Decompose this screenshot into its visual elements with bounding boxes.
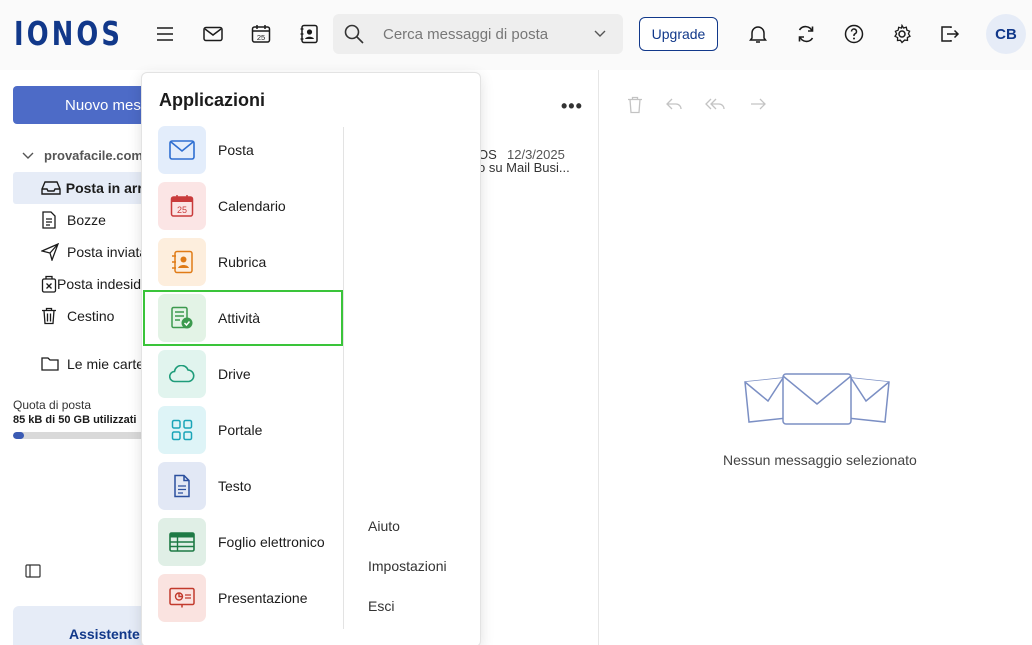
app-posta[interactable]: Posta bbox=[142, 122, 344, 178]
help-icon[interactable] bbox=[840, 20, 868, 48]
calendar-icon-day: 25 bbox=[257, 33, 265, 42]
bell-icon[interactable] bbox=[744, 20, 772, 48]
empty-state-text: Nessun messaggio selezionato bbox=[723, 452, 917, 468]
sidebar-collapse-icon[interactable] bbox=[25, 564, 41, 578]
pane-divider bbox=[598, 70, 599, 645]
help-link[interactable]: Aiuto bbox=[368, 518, 400, 534]
contacts-app-icon bbox=[158, 238, 206, 286]
app-attivita[interactable]: Attività bbox=[143, 290, 343, 346]
app-foglio-elettronico[interactable]: Foglio elettronico bbox=[142, 514, 344, 570]
draft-icon bbox=[41, 211, 67, 229]
app-label: Testo bbox=[218, 478, 252, 494]
inbox-icon bbox=[41, 180, 66, 196]
app-portale[interactable]: Portale bbox=[142, 402, 344, 458]
ionos-logo[interactable]: IONOS bbox=[14, 14, 123, 53]
reading-toolbar bbox=[627, 96, 767, 114]
contacts-icon[interactable] bbox=[295, 20, 323, 48]
app-label: Attività bbox=[218, 310, 261, 326]
search-icon[interactable] bbox=[333, 24, 375, 44]
calendar-app-icon: 25 bbox=[158, 182, 206, 230]
folder-label: Posta inviata bbox=[67, 244, 148, 260]
quota-value: 85 kB di 50 GB utilizzati bbox=[13, 414, 137, 426]
folder-label: Bozze bbox=[67, 212, 106, 228]
quota-label: Quota di posta bbox=[13, 398, 92, 412]
chevron-down-icon bbox=[22, 152, 34, 159]
search-box[interactable] bbox=[333, 14, 623, 54]
menu-icon[interactable] bbox=[151, 20, 179, 48]
settings-link[interactable]: Impostazioni bbox=[368, 558, 447, 574]
apps-menu-title: Applicazioni bbox=[159, 90, 266, 110]
app-testo[interactable]: Testo bbox=[142, 458, 344, 514]
chevron-down-icon[interactable] bbox=[594, 30, 606, 38]
app-label: Presentazione bbox=[218, 590, 308, 606]
text-app-icon bbox=[158, 462, 206, 510]
folder-label: Cestino bbox=[67, 308, 115, 324]
sync-icon[interactable] bbox=[792, 20, 820, 48]
envelopes-illustration bbox=[744, 373, 890, 425]
app-label: Posta bbox=[218, 142, 254, 158]
mail-icon[interactable] bbox=[199, 20, 227, 48]
logout-link[interactable]: Esci bbox=[368, 598, 394, 614]
quota-bar bbox=[13, 432, 153, 439]
reply-all-icon[interactable] bbox=[705, 96, 727, 112]
upgrade-button[interactable]: Upgrade bbox=[639, 17, 718, 51]
send-icon bbox=[41, 243, 67, 261]
drive-app-icon bbox=[158, 350, 206, 398]
app-label: Calendario bbox=[218, 198, 286, 214]
mail-app-icon bbox=[158, 126, 206, 174]
calendar-app-icon-day: 25 bbox=[177, 205, 187, 215]
reply-icon[interactable] bbox=[665, 96, 683, 112]
app-rubrica[interactable]: Rubrica bbox=[142, 234, 344, 290]
apps-menu: Applicazioni Posta 25 Calendario Rubrica… bbox=[141, 72, 481, 645]
account-toggle[interactable]: provafacile.com bbox=[22, 148, 143, 163]
app-drive[interactable]: Drive bbox=[142, 346, 344, 402]
app-label: Foglio elettronico bbox=[218, 534, 325, 550]
avatar[interactable]: CB bbox=[986, 14, 1026, 54]
message-subject[interactable]: o su Mail Busi... bbox=[478, 160, 570, 175]
app-label: Portale bbox=[218, 422, 263, 438]
account-name: provafacile.com bbox=[44, 148, 143, 163]
app-calendario[interactable]: 25 Calendario bbox=[142, 178, 344, 234]
portal-app-icon bbox=[158, 406, 206, 454]
more-options-icon[interactable]: ••• bbox=[561, 96, 583, 117]
app-label: Rubrica bbox=[218, 254, 267, 270]
top-bar: IONOS 25 Upgrade CB bbox=[0, 0, 1032, 70]
presentation-app-icon bbox=[158, 574, 206, 622]
spreadsheet-app-icon bbox=[158, 518, 206, 566]
calendar-icon[interactable]: 25 bbox=[247, 20, 275, 48]
search-input[interactable] bbox=[383, 25, 588, 43]
tasks-app-icon bbox=[158, 294, 206, 342]
app-presentazione[interactable]: Presentazione bbox=[142, 570, 344, 626]
logout-icon[interactable] bbox=[936, 20, 964, 48]
forward-icon[interactable] bbox=[749, 96, 767, 112]
trash-icon bbox=[41, 307, 67, 325]
settings-icon[interactable] bbox=[888, 20, 916, 48]
quota-fill bbox=[13, 432, 25, 439]
trash-icon[interactable] bbox=[627, 96, 643, 114]
spam-icon bbox=[41, 275, 57, 293]
app-label: Drive bbox=[218, 366, 251, 382]
folder-icon bbox=[41, 356, 67, 372]
